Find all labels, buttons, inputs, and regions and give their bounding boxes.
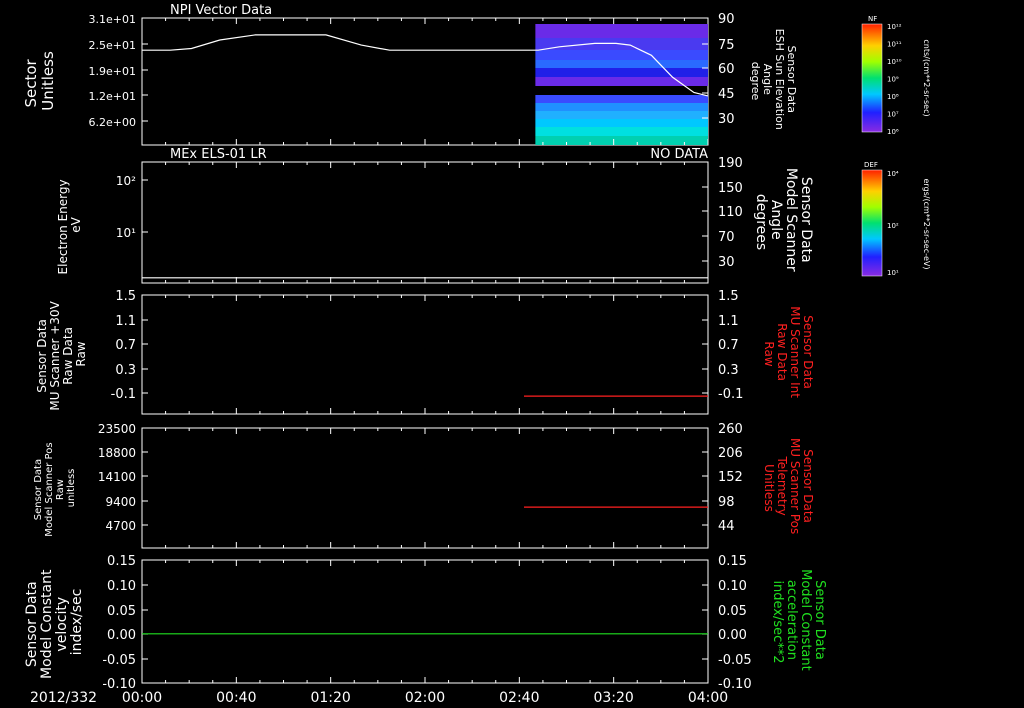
- y-tick-label-right: 0.7: [718, 338, 739, 353]
- spectrogram-band: [535, 60, 708, 68]
- y-tick-label: 1.5: [115, 289, 136, 304]
- spectrogram-band: [535, 103, 708, 111]
- y-tick-label-right: 45: [718, 87, 735, 102]
- y-tick-label-right: 152: [718, 470, 743, 485]
- y-tick-label-right: 90: [718, 12, 735, 27]
- y-tick-label-right: 0.10: [718, 579, 747, 594]
- y-tick-label-right: 60: [718, 62, 735, 77]
- y-tick-label-right: 0.05: [718, 604, 747, 619]
- colorbar-tick: 10¹: [887, 269, 899, 277]
- y-tick-label-right: -0.1: [718, 387, 743, 402]
- colorbar-tick: 10⁷: [887, 111, 899, 119]
- colorbar-nf: [861, 23, 883, 133]
- colorbar-tick: 10¹⁰: [887, 58, 902, 66]
- colorbar-nf-title: NF: [868, 15, 877, 23]
- y-tick-label-right: 190: [718, 156, 743, 171]
- y-tick-label: 2.5e+01: [89, 39, 136, 52]
- y-tick-label: 0.7: [115, 338, 136, 353]
- colorbar-tick: 10⁸: [887, 93, 899, 101]
- panel4-right-label: Sensor Data MU Scanner Pos Telemetry Uni…: [762, 438, 815, 538]
- panel1-left-label: Sector Unitless: [22, 51, 57, 111]
- y-tick-label-right: 206: [718, 446, 743, 461]
- y-tick-label: 9400: [105, 495, 136, 509]
- time-tick-label: 01:20: [310, 690, 350, 706]
- y-tick-label-right: 0.15: [718, 554, 747, 569]
- spectrogram-band: [535, 95, 708, 103]
- y-tick-label-right: 30: [718, 112, 735, 127]
- panel2-right-label: Sensor Data Model Scanner Angle degrees: [753, 168, 814, 276]
- spectrogram-band: [535, 68, 708, 77]
- colorbar-def-title: DEF: [864, 161, 878, 169]
- y-tick-label-right: 0.3: [718, 363, 739, 378]
- spectrogram-band: [535, 127, 708, 136]
- y-tick-label: 6.2e+00: [89, 116, 136, 129]
- panel5-frame: [141, 559, 709, 684]
- y-tick-label: -0.1: [111, 387, 136, 402]
- y-tick-label-right: 30: [718, 255, 735, 270]
- colorbar-tick: 10⁹: [887, 76, 899, 84]
- colorbar-def: [861, 169, 883, 277]
- y-tick-label-right: 98: [718, 495, 735, 510]
- y-tick-label-right: 70: [718, 230, 735, 245]
- panel2-status: NO DATA: [650, 147, 708, 162]
- y-tick-label: -0.05: [102, 653, 136, 668]
- time-tick-label: 04:00: [688, 690, 728, 706]
- spectrogram-band: [535, 50, 708, 60]
- colorbar-nf-units: cnts/(cm**2-sr-sec): [922, 39, 931, 116]
- panel2-left-label: Electron Energy eV: [56, 176, 83, 275]
- y-tick-label-right: 1.5: [718, 289, 739, 304]
- panel3-right-label: Sensor Data MU Scanner Int Raw Data Raw: [762, 306, 815, 402]
- panel5-left-label: Sensor Data Model Constant velocity inde…: [24, 565, 85, 679]
- panel1-right-label: Sensor Data ESH Sun Elevation Angle degr…: [749, 29, 798, 134]
- time-tick-label: 02:40: [499, 690, 539, 706]
- panel3-left-label: Sensor Data MU Scanner +30V Raw Data Raw: [35, 297, 88, 410]
- y-tick-label: 10¹: [116, 226, 136, 240]
- time-tick-label: 00:00: [122, 690, 162, 706]
- time-tick-label: 02:00: [405, 690, 445, 706]
- y-tick-label: 14100: [98, 470, 136, 484]
- y-tick-label: 0.05: [107, 604, 136, 619]
- y-tick-label-right: 75: [718, 38, 735, 53]
- y-tick-label-right: 150: [718, 181, 743, 196]
- y-tick-label: 0.3: [115, 363, 136, 378]
- colorbar-tick: 10¹¹: [887, 41, 902, 49]
- y-tick-label: 23500: [98, 422, 136, 436]
- time-tick-label: 00:40: [216, 690, 256, 706]
- panel1-title: NPI Vector Data: [170, 3, 272, 18]
- y-tick-label: 4700: [105, 519, 136, 533]
- y-tick-label: 0.10: [107, 579, 136, 594]
- time-tick-label: 03:20: [593, 690, 633, 706]
- y-tick-label-right: 260: [718, 422, 743, 437]
- colorbar-tick: 10²: [887, 222, 899, 230]
- y-tick-label: 3.1e+01: [89, 13, 136, 26]
- spectrogram-band: [535, 119, 708, 127]
- y-tick-label-right: 110: [718, 205, 743, 220]
- y-tick-label-right: -0.05: [718, 653, 752, 668]
- y-tick-label-right: 44: [718, 519, 735, 534]
- panel4-left-label: Sensor Data Model Scanner Pos Raw unitle…: [33, 439, 77, 536]
- spectrogram-band: [535, 136, 708, 145]
- y-tick-label-right: 0.00: [718, 628, 747, 643]
- panel2-title: MEx ELS-01 LR: [170, 147, 267, 162]
- y-tick-label: 10²: [116, 174, 136, 188]
- spectrogram-band: [535, 24, 708, 38]
- colorbar-tick: 10¹²: [887, 23, 902, 31]
- spectrogram-band: [535, 111, 708, 119]
- y-tick-label: 1.1: [115, 314, 136, 329]
- panel4-frame: [141, 427, 709, 549]
- y-tick-label: 0.15: [107, 554, 136, 569]
- panel2-frame: [141, 161, 709, 284]
- panel5-right-label: Sensor Data Model Constant acceleration …: [770, 569, 827, 675]
- plot-canvas: 3.1e+01 2.5e+01 1.9e+01 1.2e+01 6.2e+00 90 75 6…: [22, 3, 931, 706]
- colorbar-tick: 10⁶: [887, 128, 899, 136]
- y-tick-label: 1.2e+01: [89, 90, 136, 103]
- colorbar-def-units: ergs/(cm**2-sr-sec-eV): [922, 178, 931, 269]
- date-label: 2012/332: [30, 690, 97, 706]
- y-tick-label-right: 1.1: [718, 314, 739, 329]
- y-tick-label: 1.9e+01: [89, 65, 136, 78]
- y-tick-label: 0.00: [107, 628, 136, 643]
- colorbar-tick: 10⁴: [887, 170, 899, 178]
- y-tick-label: 18800: [98, 446, 136, 460]
